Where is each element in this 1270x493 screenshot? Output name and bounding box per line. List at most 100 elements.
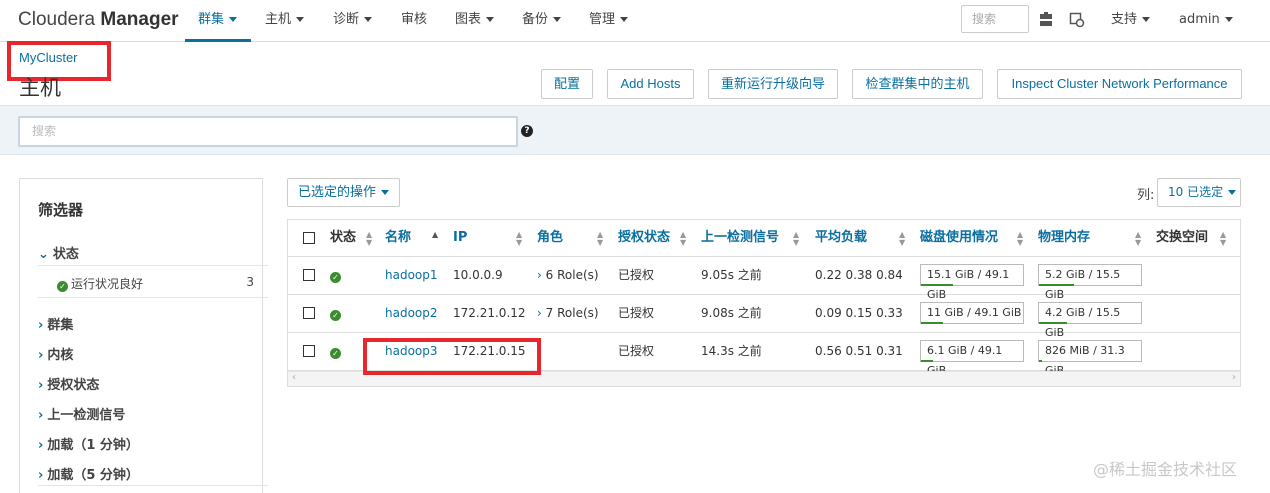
filter-license[interactable]: › 授权状态 bbox=[38, 374, 99, 393]
selected-actions-dropdown[interactable]: 已选定的操作 bbox=[287, 178, 400, 207]
chevron-right-icon: › bbox=[537, 268, 542, 282]
inspect-hosts-button[interactable]: 检查群集中的主机 bbox=[852, 69, 983, 99]
inspect-network-button[interactable]: Inspect Cluster Network Performance bbox=[997, 69, 1242, 99]
select-all-checkbox[interactable] bbox=[303, 232, 315, 244]
host-load: 0.09 0.15 0.33 bbox=[815, 306, 903, 320]
col-ip[interactable]: IP bbox=[453, 220, 467, 257]
chevron-down-icon bbox=[1228, 190, 1237, 195]
host-roles[interactable]: › 6 Role(s) bbox=[537, 257, 599, 295]
scroll-left-icon[interactable]: ‹ bbox=[292, 372, 296, 383]
nav-admin-label: 管理 bbox=[589, 12, 616, 27]
top-navbar: Cloudera Manager 群集 主机 诊断 审核 图表 备份 管理 搜索… bbox=[0, 0, 1270, 42]
row-checkbox[interactable] bbox=[303, 269, 315, 281]
host-roles[interactable]: › 7 Role(s) bbox=[537, 295, 599, 333]
col-swap[interactable]: 交换空间 bbox=[1156, 220, 1208, 257]
col-load[interactable]: 平均负载 bbox=[815, 220, 867, 257]
nav-hosts[interactable]: 主机 bbox=[265, 0, 305, 42]
divider bbox=[38, 297, 268, 298]
help-icon[interactable]: ? bbox=[521, 125, 533, 137]
brand-logo[interactable]: Cloudera Manager bbox=[18, 9, 179, 31]
filter-status-good[interactable]: ✓ 运行状况良好 bbox=[57, 275, 143, 292]
host-ip: 172.21.0.12 bbox=[453, 306, 526, 320]
top-search-input[interactable]: 搜索 bbox=[961, 5, 1029, 33]
memory-usage-bar: 826 MiB / 31.3 GiB bbox=[1038, 340, 1142, 377]
disk-usage-text: 11 GiB / 49.1 GiB bbox=[927, 306, 1022, 319]
add-hosts-button[interactable]: Add Hosts bbox=[607, 69, 694, 99]
sort-icon: ▲ ▼ bbox=[366, 230, 373, 247]
filter-load-1min-label: 加载（1 分钟） bbox=[47, 438, 139, 453]
host-roles-label: 7 Role(s) bbox=[545, 306, 599, 320]
filter-load-5min[interactable]: › 加载（5 分钟） bbox=[38, 464, 139, 483]
host-license: 已授权 bbox=[618, 344, 655, 358]
sort-icon: ▲ ▼ bbox=[1220, 230, 1227, 247]
filters-sidebar: 筛选器 ⌄ 状态 ✓ 运行状况良好 3 › 群集 › 内核 › 授权状态 › 上一检测信号 … bbox=[19, 178, 268, 493]
divider bbox=[38, 265, 268, 266]
columns-selected-label: 10 已选定 bbox=[1168, 185, 1224, 199]
filter-load-1min[interactable]: › 加载（1 分钟） bbox=[38, 434, 139, 453]
chevron-right-icon: › bbox=[38, 378, 44, 393]
nav-user-label: admin bbox=[1179, 12, 1220, 27]
nav-audit[interactable]: 审核 bbox=[401, 0, 427, 42]
host-search-input[interactable]: 搜索 bbox=[18, 116, 518, 147]
filter-cores[interactable]: › 内核 bbox=[38, 344, 73, 363]
table-row: ✓ hadoop1 10.0.0.9 › 6 Role(s) 已授权 9.05s… bbox=[288, 257, 1240, 301]
host-license: 已授权 bbox=[618, 268, 655, 282]
chevron-down-icon bbox=[620, 17, 629, 22]
chevron-right-icon: › bbox=[38, 408, 44, 423]
sort-icon: ▲ ▼ bbox=[793, 230, 800, 247]
table-header: 状态 ▲ ▼ 名称 ▲ IP ▲ ▼ 角色 ▲ ▼ 授权状态 ▲ ▼ 上一检测信号 ▲ ▼… bbox=[288, 220, 1240, 257]
nav-audit-label: 审核 bbox=[401, 12, 428, 27]
memory-usage-bar: 5.2 GiB / 15.5 GiB bbox=[1038, 264, 1142, 301]
nav-user[interactable]: admin bbox=[1179, 0, 1233, 42]
filter-status[interactable]: ⌄ 状态 bbox=[38, 243, 79, 262]
sort-asc-icon: ▲ bbox=[432, 230, 439, 239]
nav-admin[interactable]: 管理 bbox=[589, 0, 629, 42]
brand-bold: Manager bbox=[100, 9, 179, 30]
sort-icon: ▲ ▼ bbox=[516, 230, 523, 247]
filter-cluster[interactable]: › 群集 bbox=[38, 314, 73, 333]
filter-cluster-label: 群集 bbox=[47, 318, 74, 333]
memory-usage-fill bbox=[1039, 322, 1067, 324]
running-commands-icon[interactable] bbox=[1069, 12, 1085, 28]
rerun-upgrade-wizard-button[interactable]: 重新运行升级向导 bbox=[708, 69, 838, 99]
chevron-right-icon: › bbox=[38, 468, 44, 483]
nav-diagnostics[interactable]: 诊断 bbox=[333, 0, 373, 42]
nav-charts[interactable]: 图表 bbox=[455, 0, 495, 42]
parcel-icon[interactable] bbox=[1038, 12, 1054, 28]
sort-icon: ▲ ▼ bbox=[899, 230, 906, 247]
check-circle-icon: ✓ bbox=[330, 310, 341, 321]
col-roles[interactable]: 角色 bbox=[537, 220, 563, 257]
nav-backup[interactable]: 备份 bbox=[522, 0, 562, 42]
columns-dropdown[interactable]: 10 已选定 bbox=[1157, 178, 1241, 207]
nav-hosts-label: 主机 bbox=[265, 12, 292, 27]
row-checkbox[interactable] bbox=[303, 307, 315, 319]
filter-heartbeat[interactable]: › 上一检测信号 bbox=[38, 404, 125, 423]
nav-clusters-label: 群集 bbox=[198, 12, 225, 27]
chevron-down-icon bbox=[486, 17, 495, 22]
chevron-down-icon bbox=[364, 17, 373, 22]
search-band: 搜索 ? bbox=[0, 105, 1270, 155]
host-ip: 10.0.0.9 bbox=[453, 268, 503, 282]
col-status[interactable]: 状态 bbox=[330, 220, 356, 257]
host-name-link[interactable]: hadoop2 bbox=[385, 295, 438, 333]
col-disk[interactable]: 磁盘使用情况 bbox=[920, 220, 998, 257]
config-button[interactable]: 配置 bbox=[541, 69, 593, 99]
col-license[interactable]: 授权状态 bbox=[618, 220, 670, 257]
chevron-right-icon: › bbox=[38, 438, 44, 453]
col-heartbeat[interactable]: 上一检测信号 bbox=[701, 220, 779, 257]
nav-support[interactable]: 支持 bbox=[1111, 0, 1151, 42]
chevron-right-icon: › bbox=[38, 318, 44, 333]
sort-icon: ▲ ▼ bbox=[1135, 230, 1142, 247]
row-status: ✓ bbox=[330, 295, 344, 333]
nav-clusters[interactable]: 群集 bbox=[185, 0, 251, 42]
sort-icon: ▲ ▼ bbox=[1017, 230, 1024, 247]
row-status: ✓ bbox=[330, 257, 344, 295]
col-name[interactable]: 名称 bbox=[385, 220, 411, 257]
scroll-right-icon[interactable]: › bbox=[1232, 372, 1236, 383]
host-name-link[interactable]: hadoop1 bbox=[385, 257, 438, 295]
col-memory[interactable]: 物理内存 bbox=[1038, 220, 1090, 257]
row-checkbox[interactable] bbox=[303, 345, 315, 357]
check-circle-icon: ✓ bbox=[330, 348, 341, 359]
disk-usage-bar: 6.1 GiB / 49.1 GiB bbox=[920, 340, 1024, 377]
chevron-right-icon: › bbox=[38, 348, 44, 363]
